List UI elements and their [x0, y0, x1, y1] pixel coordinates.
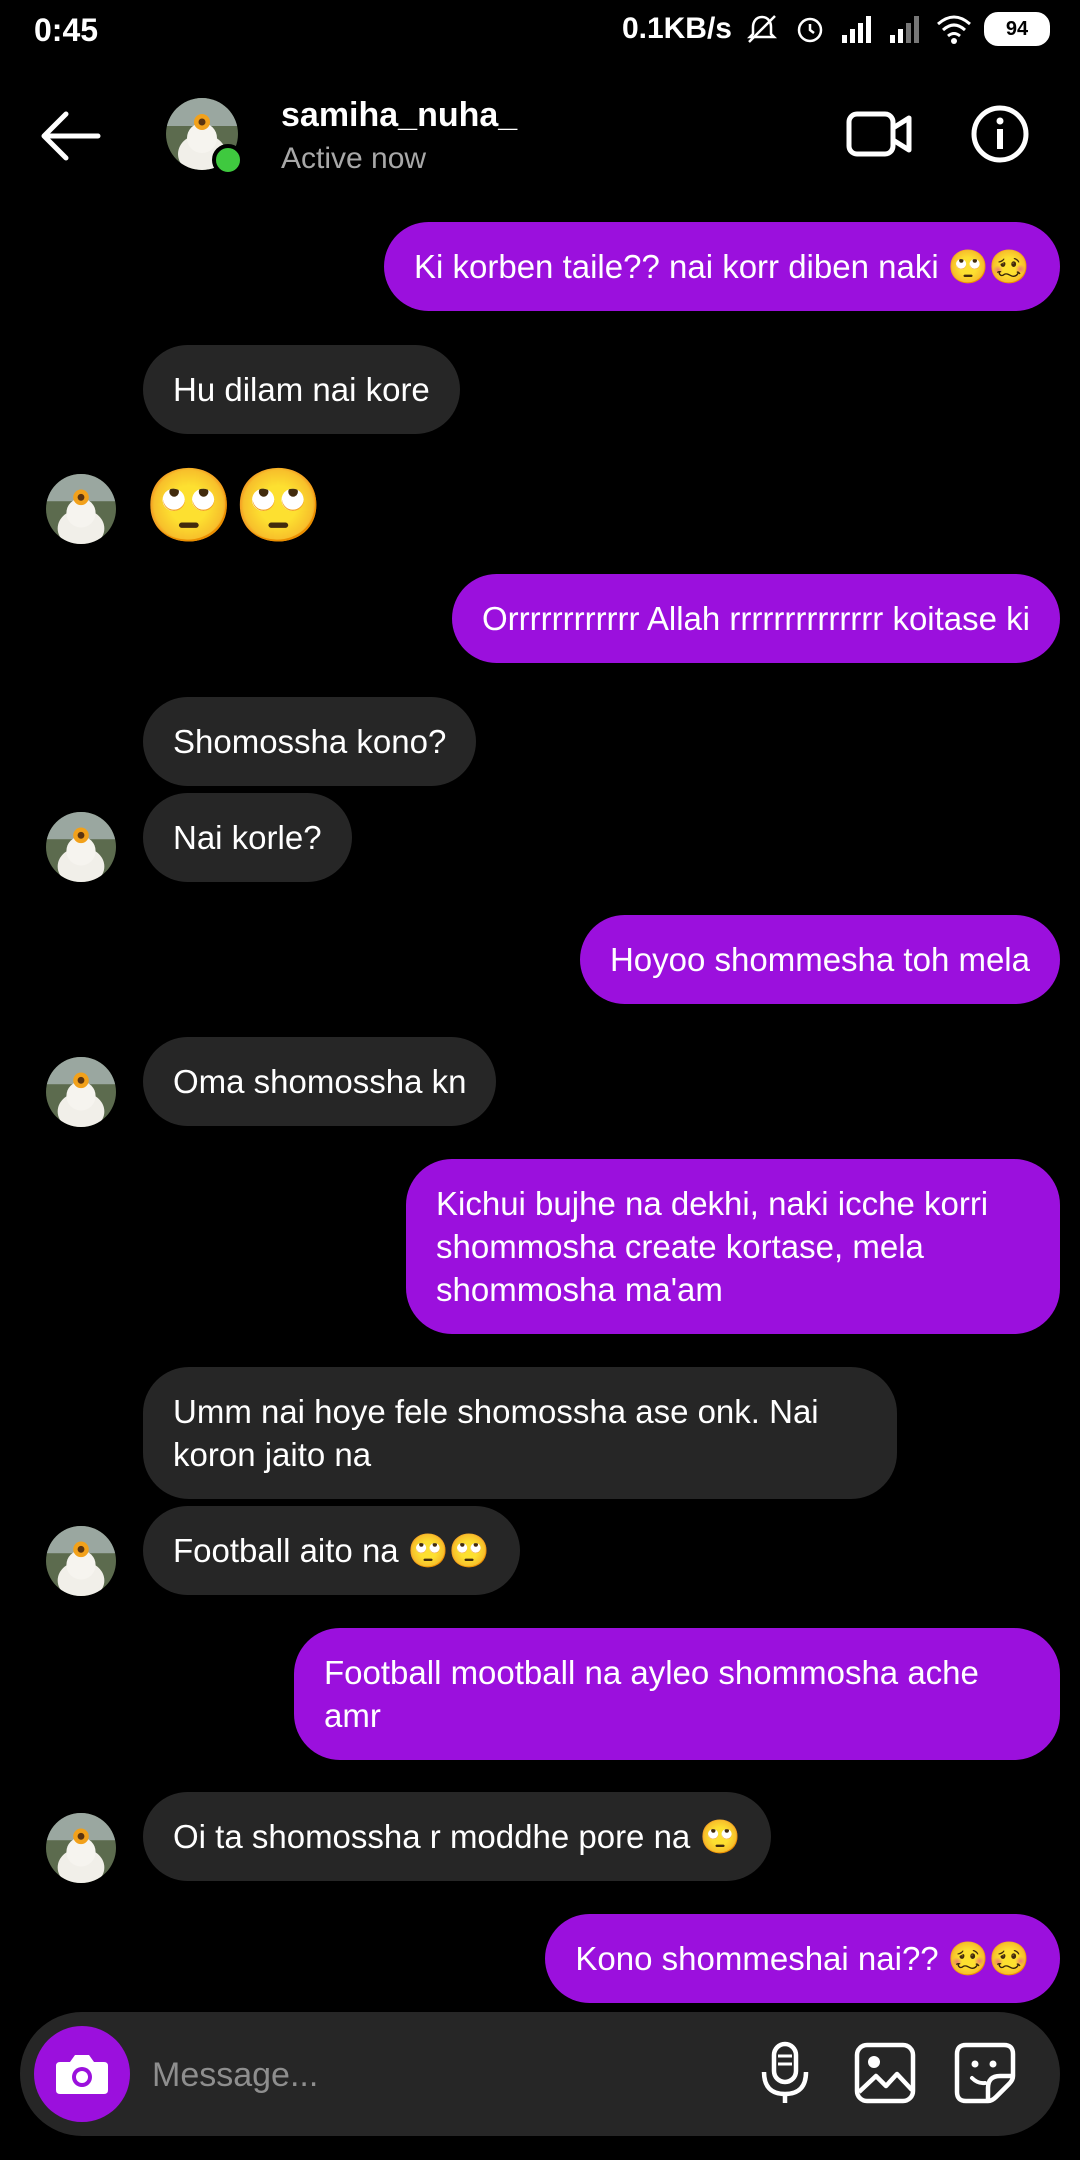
chat-header: samiha_nuha_ Active now: [0, 60, 1080, 210]
sender-avatar[interactable]: [46, 474, 116, 544]
alarm-icon: [797, 17, 823, 43]
avatar-image: [46, 1813, 116, 1883]
message-incoming[interactable]: Hu dilam nai kore: [143, 345, 460, 434]
message-outgoing[interactable]: Ki korben taile?? nai korr diben naki 🙄🥴: [384, 222, 1060, 311]
status-bar: 0:45 0.1KB/s 94: [0, 0, 1080, 60]
camera-button[interactable]: [34, 2026, 130, 2122]
message-incoming[interactable]: Oi ta shomossha r moddhe pore na 🙄: [143, 1792, 771, 1881]
signal-icon-2: [890, 16, 919, 43]
message-outgoing[interactable]: Football mootball na ayleo shommosha ach…: [294, 1628, 1060, 1760]
network-speed: 0.1KB/s: [621, 12, 732, 45]
status-time: 0:45: [34, 12, 99, 48]
sender-avatar[interactable]: [46, 1813, 116, 1883]
info-icon[interactable]: [970, 104, 1030, 164]
message-incoming-emoji[interactable]: 🙄🙄: [144, 466, 323, 546]
message-outgoing[interactable]: Kichui bujhe na dekhi, naki icche korri …: [406, 1159, 1060, 1334]
message-outgoing[interactable]: Kono shommeshai nai?? 🥴🥴: [545, 1914, 1060, 2003]
message-composer: [20, 2012, 1060, 2136]
wifi-icon: [937, 15, 971, 44]
avatar-image: [46, 1526, 116, 1596]
message-incoming[interactable]: Nai korle?: [143, 793, 352, 882]
microphone-icon[interactable]: [752, 2040, 818, 2106]
camera-icon: [56, 2055, 108, 2094]
contact-status: Active now: [281, 142, 427, 175]
message-incoming[interactable]: Umm nai hoye fele shomossha ase onk. Nai…: [143, 1367, 897, 1499]
sender-avatar[interactable]: [46, 812, 116, 882]
contact-name[interactable]: samiha_nuha_: [281, 96, 517, 135]
battery-indicator: 94: [984, 12, 1050, 46]
signal-icon: [842, 16, 871, 43]
online-indicator: [212, 144, 244, 176]
message-incoming[interactable]: Oma shomossha kn: [143, 1037, 497, 1126]
mute-icon: [746, 15, 778, 43]
message-outgoing[interactable]: Hoyoo shommesha toh mela: [579, 915, 1060, 1004]
status-indicators: 0.1KB/s 94: [622, 12, 1050, 46]
message-input[interactable]: [150, 2042, 724, 2108]
sticker-icon[interactable]: [952, 2040, 1018, 2106]
message-outgoing[interactable]: Orrrrrrrrrrrr Allah rrrrrrrrrrrrrr koita…: [451, 574, 1060, 663]
message-incoming[interactable]: Football aito na 🙄🙄: [143, 1506, 520, 1595]
back-arrow-icon[interactable]: [38, 108, 102, 164]
gallery-icon[interactable]: [852, 2040, 918, 2106]
video-camera-icon[interactable]: [846, 104, 912, 164]
avatar-image: [46, 812, 116, 882]
avatar-image: [46, 474, 116, 544]
sender-avatar[interactable]: [46, 1526, 116, 1596]
avatar-image: [46, 1057, 116, 1127]
sender-avatar[interactable]: [46, 1057, 116, 1127]
message-incoming[interactable]: Shomossha kono?: [143, 697, 477, 786]
